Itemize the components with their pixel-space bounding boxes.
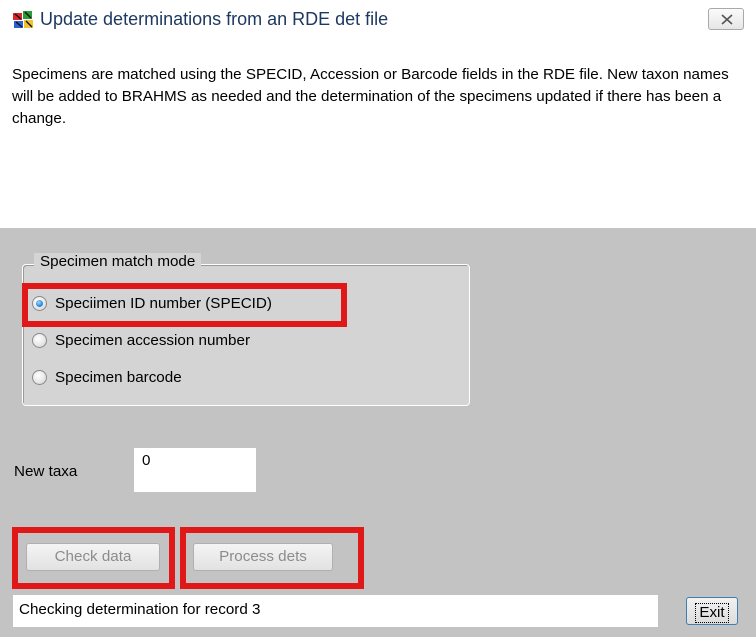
radio-button[interactable] [32,332,47,348]
form-area: Specimen match mode Speciimen ID number … [0,228,756,637]
radio-button[interactable] [32,369,47,385]
radio-accession[interactable]: Specimen accession number [32,329,250,351]
match-mode-legend: Specimen match mode [34,253,202,270]
dialog-window: Update determinations from an RDE det fi… [0,0,756,637]
brahms-app-icon [13,11,33,28]
new-taxa-label: New taxa [14,463,78,480]
status-field: Checking determination for record 3 [13,595,658,627]
radio-barcode[interactable]: Specimen barcode [32,366,182,388]
close-button[interactable] [708,8,744,30]
title-bar[interactable]: Update determinations from an RDE det fi… [0,0,756,40]
highlight-box-process-dets [180,527,364,589]
exit-button[interactable]: Exit [686,597,738,625]
close-icon [721,14,733,25]
highlight-box-specid [22,283,347,327]
window-title: Update determinations from an RDE det fi… [40,9,389,29]
radio-label: Specimen barcode [55,368,182,386]
description-text: Specimens are matched using the SPECID, … [12,66,729,127]
highlight-box-check-data [12,527,175,589]
new-taxa-field[interactable]: 0 [134,448,256,492]
radio-label: Specimen accession number [55,331,251,349]
exit-button-label: Exit [695,602,729,623]
